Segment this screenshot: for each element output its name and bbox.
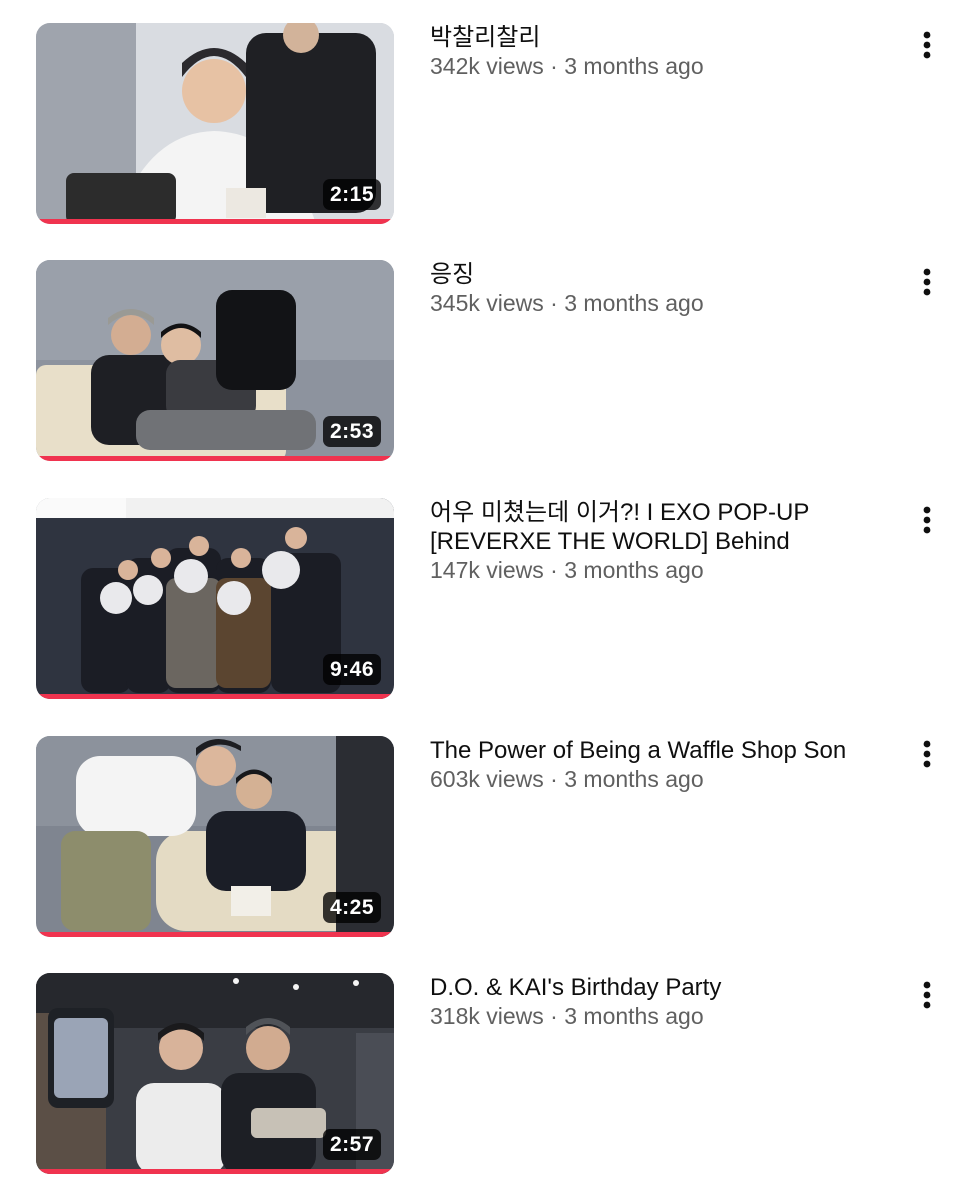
view-count: 342k views (430, 53, 544, 79)
video-meta: 어우 미쳤는데 이거?! I EXO POP-UP [REVERXE THE W… (430, 498, 900, 585)
meta-separator: · (550, 53, 558, 79)
view-count: 147k views (430, 557, 544, 583)
meta-separator: · (550, 766, 558, 792)
watch-progress-bar (36, 456, 394, 461)
video-thumbnail[interactable]: 2:57 (36, 973, 394, 1174)
watch-progress-bar (36, 694, 394, 699)
more-vertical-icon (923, 506, 931, 534)
meta-separator: · (550, 1003, 558, 1029)
video-thumbnail[interactable]: 4:25 (36, 736, 394, 937)
watch-progress-bar (36, 219, 394, 224)
watch-progress-bar (36, 1169, 394, 1174)
upload-age: 3 months ago (564, 53, 704, 79)
more-options-button[interactable] (910, 262, 944, 302)
video-stats: 342k views · 3 months ago (430, 52, 900, 81)
view-count: 345k views (430, 290, 544, 316)
more-options-button[interactable] (910, 500, 944, 540)
video-title[interactable]: 어우 미쳤는데 이거?! I EXO POP-UP [REVERXE THE W… (430, 498, 900, 556)
more-options-button[interactable] (910, 25, 944, 65)
duration-badge: 2:15 (322, 179, 381, 210)
video-meta: The Power of Being a Waffle Shop Son 603… (430, 736, 900, 794)
view-count: 318k views (430, 1003, 544, 1029)
duration-badge: 2:53 (322, 416, 381, 447)
more-options-button[interactable] (910, 975, 944, 1015)
more-vertical-icon (923, 31, 931, 59)
video-thumbnail[interactable]: 9:46 (36, 498, 394, 699)
more-vertical-icon (923, 740, 931, 768)
more-options-button[interactable] (910, 734, 944, 774)
upload-age: 3 months ago (564, 557, 704, 583)
video-list-item[interactable]: 4:25 The Power of Being a Waffle Shop So… (0, 736, 963, 946)
video-stats: 318k views · 3 months ago (430, 1002, 900, 1031)
video-list-item[interactable]: 2:15 박찰리찰리 342k views · 3 months ago (0, 23, 963, 233)
upload-age: 3 months ago (564, 290, 704, 316)
upload-age: 3 months ago (564, 1003, 704, 1029)
duration-badge: 2:57 (322, 1129, 381, 1160)
meta-separator: · (550, 290, 558, 316)
video-thumbnail[interactable]: 2:53 (36, 260, 394, 461)
video-title[interactable]: The Power of Being a Waffle Shop Son (430, 736, 900, 765)
meta-separator: · (550, 557, 558, 583)
more-vertical-icon (923, 268, 931, 296)
video-meta: D.O. & KAI's Birthday Party 318k views ·… (430, 973, 900, 1031)
video-title[interactable]: D.O. & KAI's Birthday Party (430, 973, 900, 1002)
video-title[interactable]: 박찰리찰리 (430, 23, 900, 52)
video-title[interactable]: 응징 (430, 260, 900, 289)
video-stats: 603k views · 3 months ago (430, 765, 900, 794)
upload-age: 3 months ago (564, 766, 704, 792)
video-meta: 응징 345k views · 3 months ago (430, 260, 900, 318)
duration-badge: 4:25 (322, 892, 381, 923)
video-list-item[interactable]: 9:46 어우 미쳤는데 이거?! I EXO POP-UP [REVERXE … (0, 498, 963, 708)
duration-badge: 9:46 (322, 654, 381, 685)
view-count: 603k views (430, 766, 544, 792)
video-thumbnail[interactable]: 2:15 (36, 23, 394, 224)
video-stats: 147k views · 3 months ago (430, 556, 900, 585)
video-stats: 345k views · 3 months ago (430, 289, 900, 318)
video-meta: 박찰리찰리 342k views · 3 months ago (430, 23, 900, 81)
video-list-item[interactable]: 2:53 응징 345k views · 3 months ago (0, 260, 963, 470)
watch-progress-bar (36, 932, 394, 937)
more-vertical-icon (923, 981, 931, 1009)
video-list-item[interactable]: 2:57 D.O. & KAI's Birthday Party 318k vi… (0, 973, 963, 1183)
